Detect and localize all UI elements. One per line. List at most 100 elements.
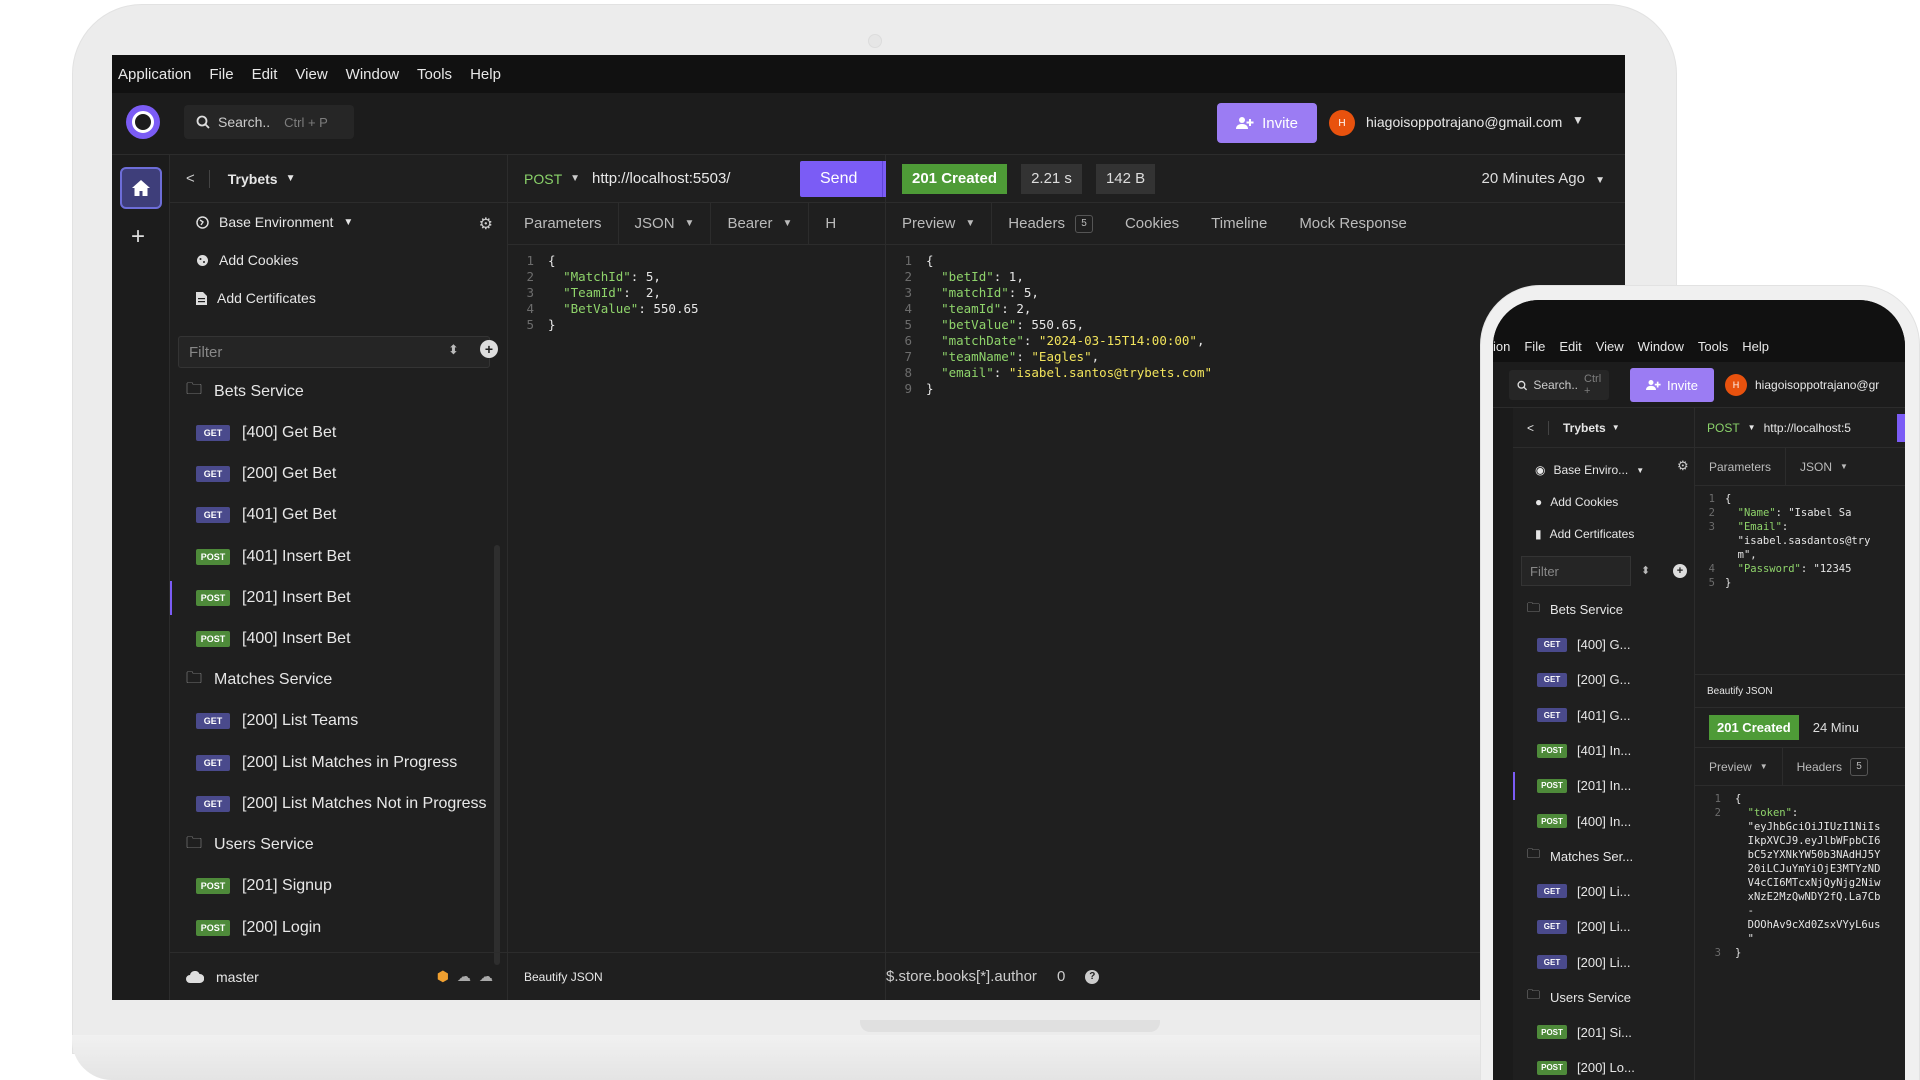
request-item[interactable]: POST [200] Lo... [1513, 1050, 1694, 1080]
tab-preview[interactable]: Preview ▼ [886, 202, 993, 245]
help-icon[interactable]: ? [1085, 969, 1100, 984]
tab-response-headers[interactable]: Headers 5 [992, 203, 1109, 245]
folder-2[interactable]: 🗀 Users Service [170, 825, 492, 866]
invite-button[interactable]: Invite [1630, 368, 1714, 402]
chevron-down-icon[interactable]: ▼ [1748, 423, 1756, 432]
avatar[interactable]: H [1725, 374, 1747, 396]
request-body-editor[interactable]: 1{2 "MatchId": 5, 3 "TeamId": 2, 4 "BetVal… [508, 245, 885, 333]
chevron-down-icon[interactable]: ▼ [286, 173, 296, 184]
tab-response-headers[interactable]: Headers 5 [1783, 748, 1882, 786]
sort-icon[interactable]: ⬍ [1641, 564, 1650, 577]
chevron-down-icon[interactable]: ▼ [570, 173, 580, 184]
request-item[interactable]: GET [200] List Matches in Progress [170, 742, 492, 783]
beautify-json-button[interactable]: Beautify JSON [1695, 674, 1905, 708]
tab-cookies[interactable]: Cookies [1109, 203, 1195, 245]
menu-tools[interactable]: Tools [417, 66, 452, 83]
tab-headers[interactable]: H [809, 203, 852, 245]
tab-preview[interactable]: Preview ▼ [1695, 747, 1783, 786]
tab-parameters[interactable]: Parameters [508, 202, 619, 245]
menu-window[interactable]: Window [1638, 339, 1684, 354]
request-item[interactable]: GET [200] Get Bet [170, 453, 492, 494]
chevron-down-icon[interactable]: ▼ [1612, 423, 1620, 432]
add-cookies-button[interactable]: Add Cookies [170, 241, 507, 279]
method-selector[interactable]: POST [1707, 421, 1740, 435]
request-item[interactable]: POST [201] Signup [170, 866, 492, 907]
package-icon[interactable]: ⬢ [437, 968, 449, 985]
menu-file[interactable]: File [1524, 339, 1545, 354]
plus-circle-icon[interactable]: + [480, 340, 498, 358]
branch-name[interactable]: master [216, 969, 259, 985]
filter-input[interactable]: Filter [178, 336, 490, 368]
response-ago[interactable]: 24 Minu [1813, 720, 1859, 735]
back-arrow-icon[interactable]: < [1527, 421, 1534, 435]
gear-icon[interactable]: ⚙ [479, 214, 493, 234]
cloud-upload-icon[interactable]: ☁ [457, 968, 471, 985]
request-item[interactable]: POST [400] In... [1513, 803, 1694, 838]
menu-help[interactable]: Help [470, 66, 501, 83]
request-item[interactable]: GET [200] List Matches Not in Progress [170, 783, 492, 824]
request-item[interactable]: POST [201] In... [1513, 768, 1694, 803]
folder-0[interactable]: 🗀 Bets Service [1513, 592, 1694, 627]
tab-timeline[interactable]: Timeline [1195, 203, 1283, 245]
search-button[interactable]: Search.. Ctrl + P [184, 105, 354, 139]
url-input[interactable]: http://localhost:5503/ [592, 170, 730, 187]
chevron-down-icon[interactable]: ▼ [1572, 113, 1584, 127]
response-filter-input[interactable]: $.store.books[*].author [886, 968, 1037, 985]
request-item[interactable]: GET [200] Li... [1513, 944, 1694, 979]
environment-selector[interactable]: ◉ Base Enviro... ▼ [1513, 454, 1694, 486]
tab-bearer[interactable]: Bearer ▼ [711, 202, 810, 245]
menu-application[interactable]: ion [1493, 339, 1510, 354]
beautify-json-button[interactable]: Beautify JSON [508, 952, 885, 1000]
folder-2[interactable]: 🗀 Users Service [1513, 980, 1694, 1015]
request-item[interactable]: POST [200] Login [170, 907, 492, 948]
request-item[interactable]: GET [200] Li... [1513, 909, 1694, 944]
menu-help[interactable]: Help [1742, 339, 1769, 354]
response-history-selector[interactable]: 20 Minutes Ago ▼ [1482, 170, 1605, 187]
tab-json[interactable]: JSON ▼ [619, 202, 712, 245]
gear-icon[interactable]: ⚙ [1677, 458, 1689, 474]
project-name[interactable]: Trybets [228, 171, 278, 187]
request-item[interactable]: POST [401] Insert Bet [170, 536, 492, 577]
add-certificates-button[interactable]: Add Certificates [170, 279, 507, 317]
menu-edit[interactable]: Edit [252, 66, 278, 83]
add-cookies-button[interactable]: ● Add Cookies [1513, 486, 1694, 518]
sidebar-scrollbar[interactable] [494, 545, 500, 965]
folder-1[interactable]: 🗀 Matches Service [170, 660, 492, 701]
add-certificates-button[interactable]: ▮ Add Certificates [1513, 518, 1694, 550]
request-item[interactable]: GET [401] Get Bet [170, 495, 492, 536]
project-name[interactable]: Trybets [1563, 421, 1606, 435]
request-item[interactable]: POST [401] In... [1513, 733, 1694, 768]
request-item[interactable]: GET [200] G... [1513, 662, 1694, 697]
cloud-download-icon[interactable]: ☁ [479, 968, 493, 985]
sort-icon[interactable]: ⬍ [448, 342, 459, 358]
folder-0[interactable]: 🗀 Bets Service [170, 371, 492, 412]
request-item[interactable]: POST [201] Si... [1513, 1015, 1694, 1050]
url-input[interactable]: http://localhost:5 [1764, 421, 1851, 435]
request-item[interactable]: GET [200] Li... [1513, 874, 1694, 909]
menu-window[interactable]: Window [346, 66, 399, 83]
tab-json[interactable]: JSON ▼ [1786, 448, 1862, 486]
search-button[interactable]: Search.. Ctrl + [1509, 370, 1609, 400]
request-body-editor[interactable]: 1{2 "Name": "Isabel Sa 3 "Email": "isabel… [1695, 486, 1905, 590]
menu-view[interactable]: View [295, 66, 327, 83]
request-item[interactable]: GET [401] G... [1513, 698, 1694, 733]
filter-input[interactable]: Filter [1521, 556, 1631, 586]
menu-edit[interactable]: Edit [1559, 339, 1581, 354]
request-item[interactable]: GET [200] List Teams [170, 701, 492, 742]
insomnia-logo-icon[interactable] [126, 105, 160, 139]
plus-circle-icon[interactable]: + [1673, 564, 1687, 578]
user-email[interactable]: hiagoisoppotrajano@gr [1755, 378, 1879, 392]
method-selector[interactable]: POST [524, 171, 562, 187]
add-icon[interactable]: + [131, 223, 145, 251]
folder-1[interactable]: 🗀 Matches Ser... [1513, 839, 1694, 874]
back-arrow-icon[interactable]: < [186, 170, 195, 187]
request-item[interactable]: POST [201] Insert Bet [170, 577, 492, 618]
request-item[interactable]: POST [400] Insert Bet [170, 618, 492, 659]
request-item[interactable]: GET [400] G... [1513, 627, 1694, 662]
tab-mock-response[interactable]: Mock Response [1283, 203, 1423, 245]
tab-parameters[interactable]: Parameters [1695, 447, 1787, 486]
menu-file[interactable]: File [209, 66, 233, 83]
home-button[interactable] [120, 167, 162, 209]
user-email[interactable]: hiagoisoppotrajano@gmail.com [1366, 114, 1562, 130]
request-item[interactable]: GET [400] Get Bet [170, 412, 492, 453]
